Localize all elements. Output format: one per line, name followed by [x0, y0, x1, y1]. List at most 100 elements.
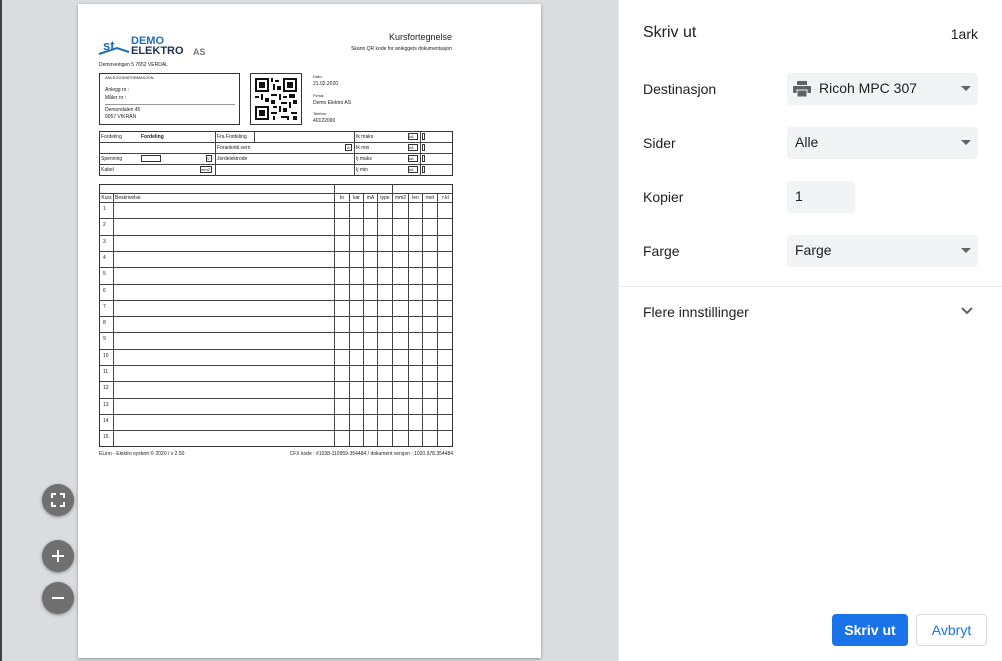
row-number: 12 [103, 385, 109, 392]
table-row-line [99, 381, 453, 383]
table-line [99, 193, 453, 194]
site-city: 9057 VIKRAN [105, 114, 137, 120]
chevron-down-icon [961, 307, 973, 315]
forankobl-label: Forankobl.vern [217, 145, 251, 151]
check-box [422, 133, 425, 140]
column-header: Kurs [101, 195, 112, 201]
qr-code-icon [255, 78, 297, 120]
table-row-line [99, 234, 453, 236]
copies-label: Kopier [643, 189, 684, 205]
column-header: In [339, 195, 345, 201]
column-header: mm2 [394, 195, 407, 201]
fordeling-value: Fordeling [141, 134, 164, 140]
phone-value: 40122000 [313, 118, 336, 124]
table-row-line [99, 397, 453, 399]
footer-left: ELinn - Elektro system © 2020 / v 2.50 [99, 451, 185, 457]
row-number: 13 [103, 401, 109, 408]
copies-value: 1 [795, 188, 803, 204]
date-value: 21.02.2020 [313, 81, 339, 87]
minus-icon [52, 597, 64, 599]
row-number: 7 [103, 303, 106, 310]
more-settings-toggle[interactable]: Flere innstillinger [619, 290, 1002, 332]
spenning-field [141, 155, 161, 162]
row-number: 4 [103, 254, 106, 261]
unit-ka: kA [409, 134, 414, 139]
table-line [363, 193, 364, 447]
unit-mm2: mm2 [201, 167, 210, 172]
row-number: 5 [103, 271, 106, 278]
row-number: 1 [103, 206, 106, 212]
column-header: met [425, 195, 435, 201]
panel-title: Skriv ut [643, 24, 697, 41]
table-line [392, 184, 393, 447]
chevron-down-icon [961, 248, 971, 253]
pages-label: Sider [643, 135, 676, 151]
row-number: 2 [103, 222, 106, 229]
column-header: mA [366, 195, 375, 201]
zoom-out-button[interactable] [42, 582, 74, 614]
print-preview-area: st DEMO ELEKTRO AS Demoveingen 5 7652 VE… [0, 0, 618, 661]
phone-label: Telefon: [313, 111, 328, 116]
table-line [422, 193, 423, 447]
unit-ka: kA [409, 145, 414, 150]
row-number: 10 [103, 352, 109, 359]
printer-icon [793, 81, 811, 97]
fullscreen-icon [51, 493, 65, 507]
check-box [422, 144, 425, 151]
fit-to-page-button[interactable] [42, 484, 74, 516]
column-header: type [380, 195, 390, 201]
table-row-line [99, 283, 453, 285]
table-line [377, 193, 378, 447]
grid-line [254, 131, 255, 142]
table-row-line [99, 348, 453, 350]
grid-line [354, 131, 355, 176]
row-number: 15 [103, 434, 109, 441]
print-button[interactable]: Skriv ut [832, 614, 908, 646]
site-street: Demondalen 45 [105, 107, 141, 113]
maler-label: Måler nr : [105, 95, 127, 101]
jordelektrode-label: Jordelektrode [217, 156, 248, 162]
row-number: 3 [103, 238, 106, 245]
table-row-line [99, 413, 453, 415]
more-settings-label: Flere innstillinger [643, 304, 749, 320]
svg-text:st: st [103, 38, 115, 53]
site-info-header: ANLEGGSINFORMASJON [105, 75, 154, 80]
check-box [422, 155, 425, 162]
table-line [113, 193, 114, 447]
table-row-line [99, 299, 453, 301]
grid-line [99, 153, 453, 154]
grid-line [420, 131, 421, 176]
doc-subtitle: Skann QR kode for anleggets dokumentasjo… [351, 46, 452, 52]
footer-right: CFX kode : #1038-110959-354484 / dokumen… [289, 451, 453, 457]
unit-ka: kA [409, 167, 414, 172]
column-header: r.kl [442, 195, 449, 201]
ij-min-label: Ij min [356, 167, 368, 173]
color-label: Farge [643, 243, 680, 259]
color-select[interactable]: Farge [787, 235, 978, 267]
fra-fordeling-label: Fra Fordeling [217, 134, 247, 140]
row-number: 9 [103, 336, 106, 343]
table-row-line [99, 316, 453, 318]
ik-min-label: Ik min [356, 145, 370, 151]
doc-title: Kursfortegnelse [388, 32, 452, 42]
section-divider [619, 286, 1002, 287]
table-row-line [99, 332, 453, 334]
fordeling-label: Fordeling [101, 134, 122, 140]
column-header: kar [353, 195, 360, 201]
unit-a: A [347, 145, 350, 150]
logo-suffix: AS [193, 47, 206, 57]
zoom-in-button[interactable] [42, 540, 74, 572]
grid-line [215, 131, 216, 176]
cancel-button[interactable]: Avbryt [916, 614, 987, 646]
logo-line2: ELEKTRO [131, 45, 184, 57]
destination-select[interactable]: Ricoh MPC 307 [787, 73, 978, 105]
table-line [437, 193, 438, 447]
copies-input[interactable]: 1 [787, 181, 855, 213]
color-value: Farge [795, 242, 832, 258]
grid-line [99, 164, 453, 165]
row-number: 14 [103, 417, 109, 424]
table-line [99, 202, 453, 203]
firm-value: Demo Elektro AS [313, 100, 352, 106]
pages-select[interactable]: Alle [787, 127, 978, 159]
firm-label: Firma: [313, 93, 325, 98]
